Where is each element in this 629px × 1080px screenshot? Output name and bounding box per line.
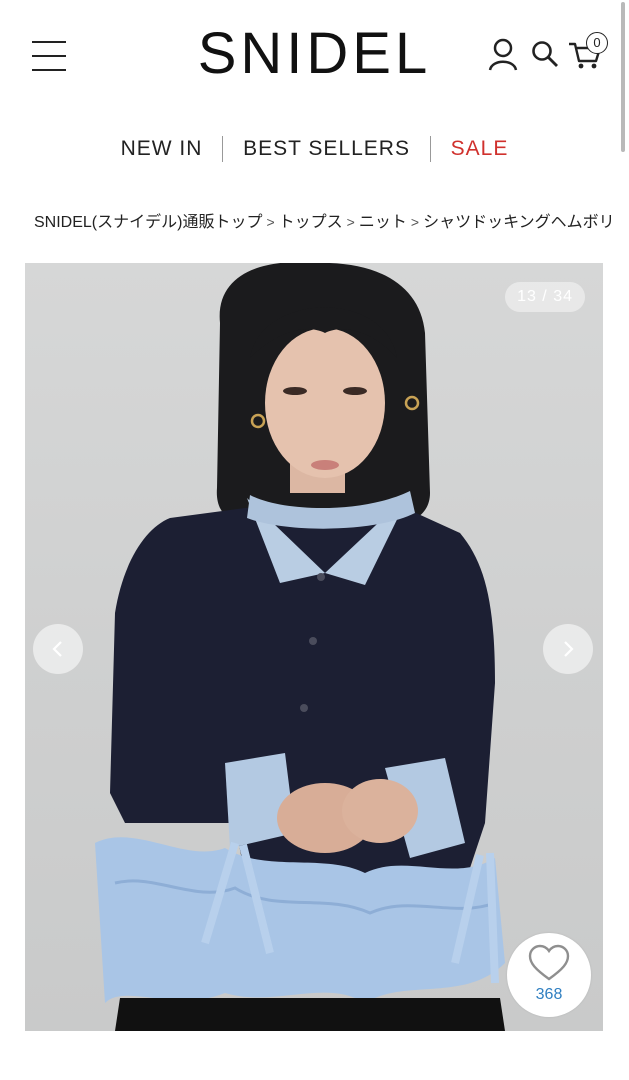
breadcrumb-current: シャツドッキングヘムボリ xyxy=(423,214,615,231)
breadcrumb-separator: > xyxy=(346,214,355,230)
nav-sale[interactable]: SALE xyxy=(451,137,509,161)
breadcrumb: SNIDEL(スナイデル)通販トップ > トップス > ニット > シャツドッキングヘムボリ xyxy=(34,208,615,232)
category-nav: NEW IN BEST SELLERS SALE xyxy=(0,136,629,170)
favorite-count: 368 xyxy=(535,986,563,1003)
image-counter: 13 / 34 xyxy=(505,282,585,312)
breadcrumb-home[interactable]: SNIDEL(スナイデル)通販トップ xyxy=(34,214,262,231)
breadcrumb-tops[interactable]: トップス xyxy=(279,214,343,231)
site-header: SNIDEL 0 xyxy=(0,0,629,110)
nav-divider xyxy=(429,136,431,162)
nav-divider xyxy=(222,136,224,162)
cart-button[interactable]: 0 xyxy=(566,32,610,72)
account-button[interactable] xyxy=(487,38,519,72)
breadcrumb-separator: > xyxy=(266,214,275,230)
favorite-button[interactable]: 368 xyxy=(507,933,591,1017)
chevron-right-icon xyxy=(564,641,574,657)
nav-new-in[interactable]: NEW IN xyxy=(121,137,203,161)
breadcrumb-separator: > xyxy=(410,214,420,230)
previous-image-button[interactable] xyxy=(33,624,83,674)
next-image-button[interactable] xyxy=(543,624,593,674)
nav-best-sellers[interactable]: BEST SELLERS xyxy=(243,137,410,161)
cart-count-badge: 0 xyxy=(586,32,608,54)
chevron-left-icon xyxy=(52,641,62,657)
breadcrumb-knit[interactable]: ニット xyxy=(359,214,407,231)
product-page: SNIDEL 0 NEW IN BEST SELLERS SALE SNIDEL… xyxy=(0,0,629,1080)
heart-icon xyxy=(528,944,570,981)
product-image-gallery[interactable]: 13 / 34 368 xyxy=(25,263,603,1031)
product-photo xyxy=(95,263,505,1031)
search-icon xyxy=(532,41,558,67)
user-icon xyxy=(488,38,518,71)
search-button[interactable] xyxy=(530,38,560,72)
